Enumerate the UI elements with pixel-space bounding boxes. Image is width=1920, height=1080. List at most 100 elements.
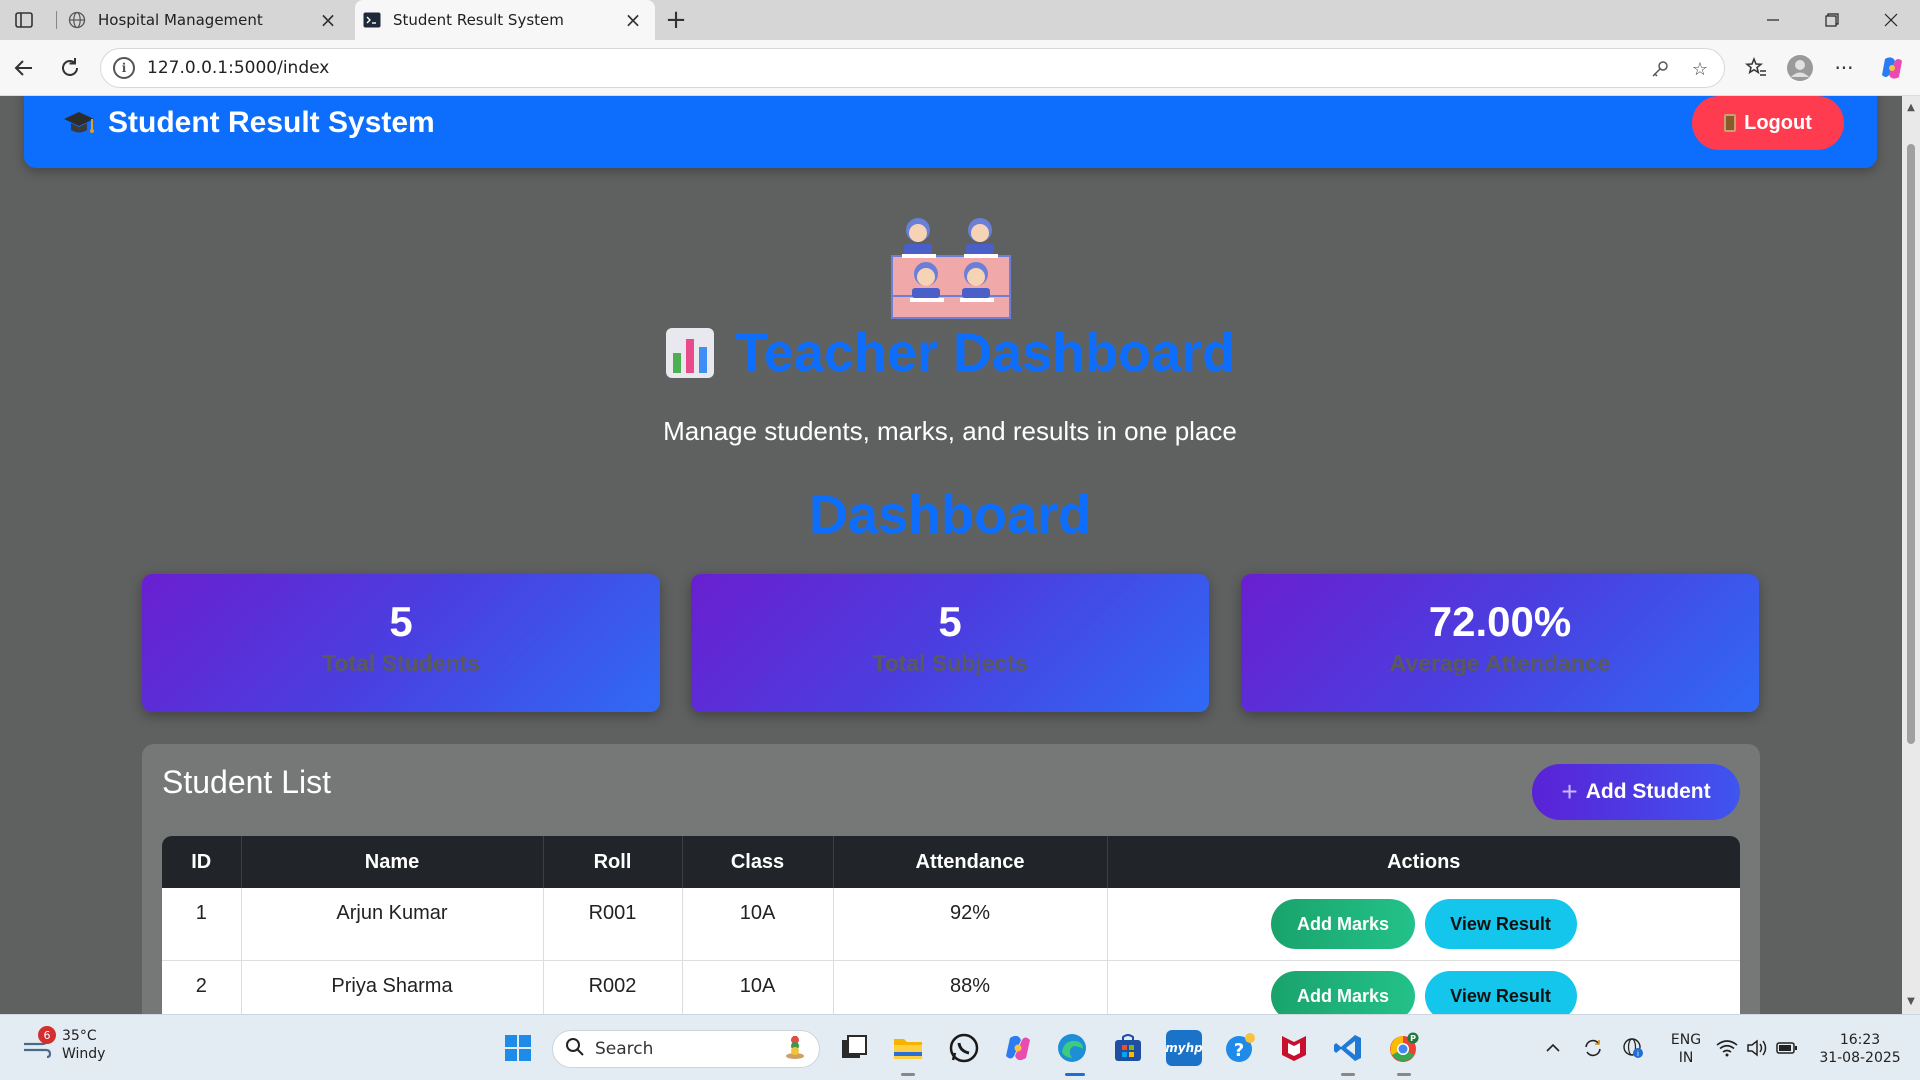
column-header-attendance[interactable]: Attendance <box>833 836 1108 888</box>
show-hidden-icons-chevron[interactable] <box>1542 1037 1564 1059</box>
top-navbar: Student Result System Logout <box>24 96 1877 168</box>
site-info-icon[interactable]: i <box>113 57 135 79</box>
running-indicator <box>1397 1073 1411 1076</box>
logout-button[interactable]: Logout <box>1692 96 1844 150</box>
new-tab-icon[interactable]: + <box>662 5 690 35</box>
scroll-down-icon[interactable]: ▼ <box>1904 994 1918 1008</box>
task-view-icon[interactable] <box>836 1030 872 1066</box>
add-student-button[interactable]: + Add Student <box>1532 764 1740 820</box>
cell-roll: R001 <box>543 888 683 961</box>
vertical-scrollbar[interactable]: ▲ ▼ <box>1902 96 1920 1014</box>
weather-badge: 6 <box>38 1026 56 1044</box>
svg-text:i: i <box>1637 1050 1639 1058</box>
profile-avatar-icon[interactable] <box>1784 52 1816 84</box>
column-header-roll[interactable]: Roll <box>543 836 683 888</box>
tab-separator <box>56 11 57 29</box>
url-text: 127.0.0.1:5000/index <box>147 58 330 78</box>
scrollbar-thumb[interactable] <box>1907 144 1915 744</box>
more-options-icon[interactable]: ··· <box>1828 52 1860 84</box>
restore-icon[interactable] <box>1803 0 1861 40</box>
close-tab-icon[interactable]: × <box>621 8 645 32</box>
scroll-up-icon[interactable]: ▲ <box>1904 100 1918 114</box>
page-title-text: Teacher Dashboard <box>734 323 1236 383</box>
column-header-id[interactable]: ID <box>162 836 242 888</box>
running-indicator <box>901 1073 915 1076</box>
search-label: Search <box>595 1039 654 1059</box>
svg-text:P: P <box>1410 1034 1416 1043</box>
copilot-icon[interactable] <box>1876 52 1908 84</box>
search-highlight-icon <box>785 1034 805 1064</box>
student-table: ID Name Roll Class Attendance Actions 1 … <box>162 836 1740 1014</box>
add-marks-button[interactable]: Add Marks <box>1270 971 1415 1014</box>
add-marks-button[interactable]: Add Marks <box>1270 898 1415 949</box>
tab-hospital-management[interactable]: Hospital Management × <box>60 0 350 40</box>
table-row: 2 Priya Sharma R002 10A 88% Add Marks Vi… <box>162 960 1740 1014</box>
column-header-name[interactable]: Name <box>241 836 544 888</box>
volume-icon[interactable] <box>1746 1037 1768 1059</box>
network-globe-icon[interactable]: i <box>1622 1037 1644 1059</box>
favorites-icon[interactable] <box>1740 52 1772 84</box>
clock-time: 16:23 <box>1839 1032 1881 1048</box>
running-indicator <box>1341 1073 1355 1076</box>
view-result-button[interactable]: View Result <box>1424 898 1577 949</box>
minimize-icon[interactable] <box>1744 0 1802 40</box>
file-explorer-icon[interactable] <box>890 1030 926 1066</box>
dashboard-heading: Dashboard <box>808 485 1092 545</box>
edge-browser-icon[interactable] <box>1054 1030 1090 1066</box>
door-icon <box>1724 114 1737 132</box>
clock-date: 31-08-2025 <box>1819 1050 1901 1066</box>
windows-start-icon[interactable] <box>500 1030 536 1066</box>
cell-class: 10A <box>682 960 834 1014</box>
battery-icon[interactable] <box>1776 1037 1798 1059</box>
brand[interactable]: Student Result System <box>62 106 435 140</box>
stat-label: Total Students <box>321 650 480 676</box>
cell-actions: Add Marks View Result <box>1107 960 1740 1014</box>
bar-chart-icon <box>665 327 715 379</box>
myhp-icon[interactable]: myhp <box>1165 1030 1203 1066</box>
weather-widget[interactable]: 6 35°C Windy <box>20 1026 105 1063</box>
vscode-icon[interactable] <box>1330 1030 1366 1066</box>
table-header-row: ID Name Roll Class Attendance Actions <box>162 836 1740 888</box>
mcafee-icon[interactable] <box>1276 1030 1312 1066</box>
favorite-star-icon[interactable]: ☆ <box>1689 58 1711 80</box>
wifi-icon[interactable] <box>1716 1037 1738 1059</box>
cell-name: Arjun Kumar <box>241 888 544 961</box>
tab-title: Hospital Management <box>98 11 263 29</box>
active-indicator <box>1065 1073 1085 1076</box>
close-window-icon[interactable] <box>1862 0 1920 40</box>
column-header-actions: Actions <box>1107 836 1740 888</box>
globe-icon <box>68 11 86 29</box>
column-header-class[interactable]: Class <box>682 836 834 888</box>
copilot-app-icon[interactable] <box>1000 1030 1036 1066</box>
close-tab-icon[interactable]: × <box>316 8 340 32</box>
stat-label: Average Attendance <box>1389 650 1611 676</box>
stat-label: Total Subjects <box>872 650 1028 676</box>
weather-text: 35°C Windy <box>62 1027 105 1063</box>
back-arrow-icon[interactable] <box>8 52 40 84</box>
page-title: Teacher Dashboard <box>0 322 1900 384</box>
key-icon[interactable] <box>1649 58 1671 80</box>
language-indicator[interactable]: ENG IN <box>1666 1031 1706 1067</box>
microsoft-store-icon[interactable] <box>1110 1030 1146 1066</box>
stat-card-average-attendance: 72.00% Average Attendance <box>1241 574 1759 712</box>
url-field[interactable]: i 127.0.0.1:5000/index ☆ <box>100 48 1725 88</box>
tab-student-result-system[interactable]: Student Result System × <box>355 0 655 40</box>
stat-card-total-students: 5 Total Students <box>142 574 660 712</box>
page-subtitle: Manage students, marks, and results in o… <box>663 416 1237 446</box>
stat-value: 72.00% <box>1428 598 1572 645</box>
clock[interactable]: 16:23 31-08-2025 <box>1810 1031 1910 1067</box>
cell-name: Priya Sharma <box>241 960 544 1014</box>
terminal-icon <box>363 11 381 29</box>
sync-icon[interactable] <box>1582 1037 1604 1059</box>
cell-class: 10A <box>682 888 834 961</box>
reload-icon[interactable] <box>54 52 86 84</box>
tab-actions-icon[interactable] <box>14 10 34 30</box>
whatsapp-icon[interactable] <box>946 1030 982 1066</box>
chrome-icon[interactable]: P <box>1386 1030 1422 1066</box>
language-code: ENG <box>1670 1032 1702 1048</box>
view-result-button[interactable]: View Result <box>1424 971 1577 1014</box>
taskbar-search[interactable]: Search <box>552 1030 820 1068</box>
stat-value: 5 <box>938 598 962 645</box>
cell-attendance: 88% <box>833 960 1108 1014</box>
help-icon[interactable]: ? <box>1222 1030 1258 1066</box>
